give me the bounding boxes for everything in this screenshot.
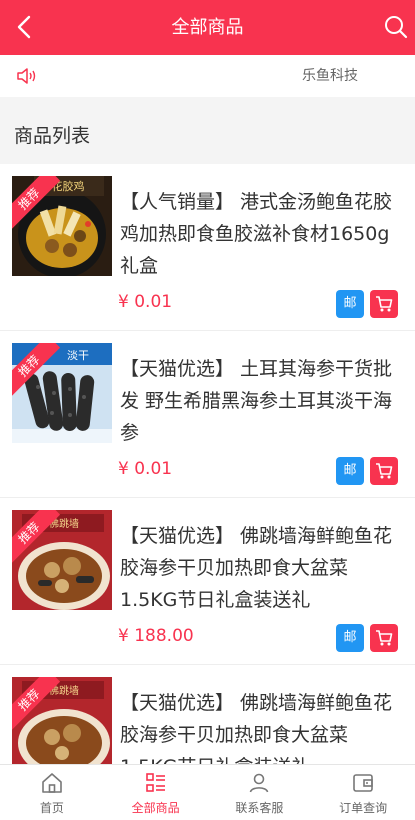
product-image[interactable]: 佛跳墙 推荐 — [12, 510, 112, 610]
tab-home-label: 首页 — [39, 801, 64, 815]
page-title: 全部商品 — [171, 17, 244, 38]
tab-all-products[interactable]: 全部商品 — [104, 765, 208, 820]
tab-home[interactable]: 首页 — [0, 765, 104, 820]
add-to-cart-button[interactable] — [370, 624, 398, 652]
mail-button[interactable]: 邮 — [336, 290, 364, 318]
home-icon — [42, 773, 62, 793]
product-image[interactable]: 花胶鸡 推荐 — [12, 176, 112, 276]
section-title: 商品列表 — [14, 125, 91, 147]
product-name[interactable]: 【天猫优选】 佛跳墙海鲜鲍鱼花胶海参干贝加热即食大盆菜1.5KG节日礼盒装送礼 — [120, 520, 402, 616]
tab-all-products-label: 全部商品 — [131, 801, 180, 815]
mail-button[interactable]: 邮 — [336, 457, 364, 485]
wallet-icon — [353, 774, 373, 792]
product-item[interactable]: 佛跳墙 推荐 【天猫优选】 佛跳墙海鲜鲍鱼花胶海参干贝加热即食大盆菜1.5KG节… — [0, 665, 415, 764]
product-name[interactable]: 【天猫优选】 佛跳墙海鲜鲍鱼花胶海参干贝加热即食大盆菜1.5KG节日礼盒装送礼 — [120, 687, 402, 764]
bottom-tab-bar: 首页 全部商品 联系客服 订单查询 — [0, 764, 415, 820]
notice-text: 乐鱼科技 — [302, 68, 358, 84]
speaker-icon — [17, 68, 36, 84]
tab-order-query[interactable]: 订单查询 — [311, 765, 415, 820]
product-item[interactable]: 淡干 推荐 【天猫优选】 土耳其海参干货批发 野生希腊黑海参土耳其淡干海参 ¥ … — [0, 331, 415, 498]
product-price: ¥ 0.01 — [118, 459, 173, 479]
section-header: 商品列表 — [0, 108, 415, 164]
user-icon — [250, 773, 269, 793]
mail-button[interactable]: 邮 — [336, 624, 364, 652]
add-to-cart-button[interactable] — [370, 290, 398, 318]
product-image[interactable]: 淡干 推荐 — [12, 343, 112, 443]
product-name[interactable]: 【天猫优选】 土耳其海参干货批发 野生希腊黑海参土耳其淡干海参 — [120, 353, 402, 449]
list-icon — [145, 773, 165, 792]
top-nav-bar: 全部商品 — [0, 0, 415, 55]
product-item[interactable]: 佛跳墙 推荐 【天猫优选】 佛跳墙海鲜鲍鱼花胶海参干贝加热即食大盆菜1.5KG节… — [0, 498, 415, 665]
cart-icon — [376, 296, 393, 312]
add-to-cart-button[interactable] — [370, 457, 398, 485]
product-image[interactable]: 佛跳墙 推荐 — [12, 677, 112, 764]
cart-icon — [376, 463, 393, 479]
cart-icon — [376, 630, 393, 646]
product-list: 花胶鸡 推荐 【人气销量】 港式金汤鲍鱼花胶鸡加热即食鱼胶滋补食材1650g礼盒… — [0, 164, 415, 764]
search-icon[interactable] — [383, 14, 409, 40]
tab-order-query-label: 订单查询 — [339, 801, 388, 815]
tab-customer-service-label: 联系客服 — [235, 801, 284, 815]
product-price: ¥ 188.00 — [118, 626, 194, 646]
product-item[interactable]: 花胶鸡 推荐 【人气销量】 港式金汤鲍鱼花胶鸡加热即食鱼胶滋补食材1650g礼盒… — [0, 164, 415, 331]
product-name[interactable]: 【人气销量】 港式金汤鲍鱼花胶鸡加热即食鱼胶滋补食材1650g礼盒 — [120, 186, 402, 282]
notice-bar: 乐鱼科技 — [0, 55, 415, 97]
tab-customer-service[interactable]: 联系客服 — [208, 765, 312, 820]
product-price: ¥ 0.01 — [118, 292, 173, 312]
svg-text:淡干: 淡干 — [67, 349, 89, 362]
